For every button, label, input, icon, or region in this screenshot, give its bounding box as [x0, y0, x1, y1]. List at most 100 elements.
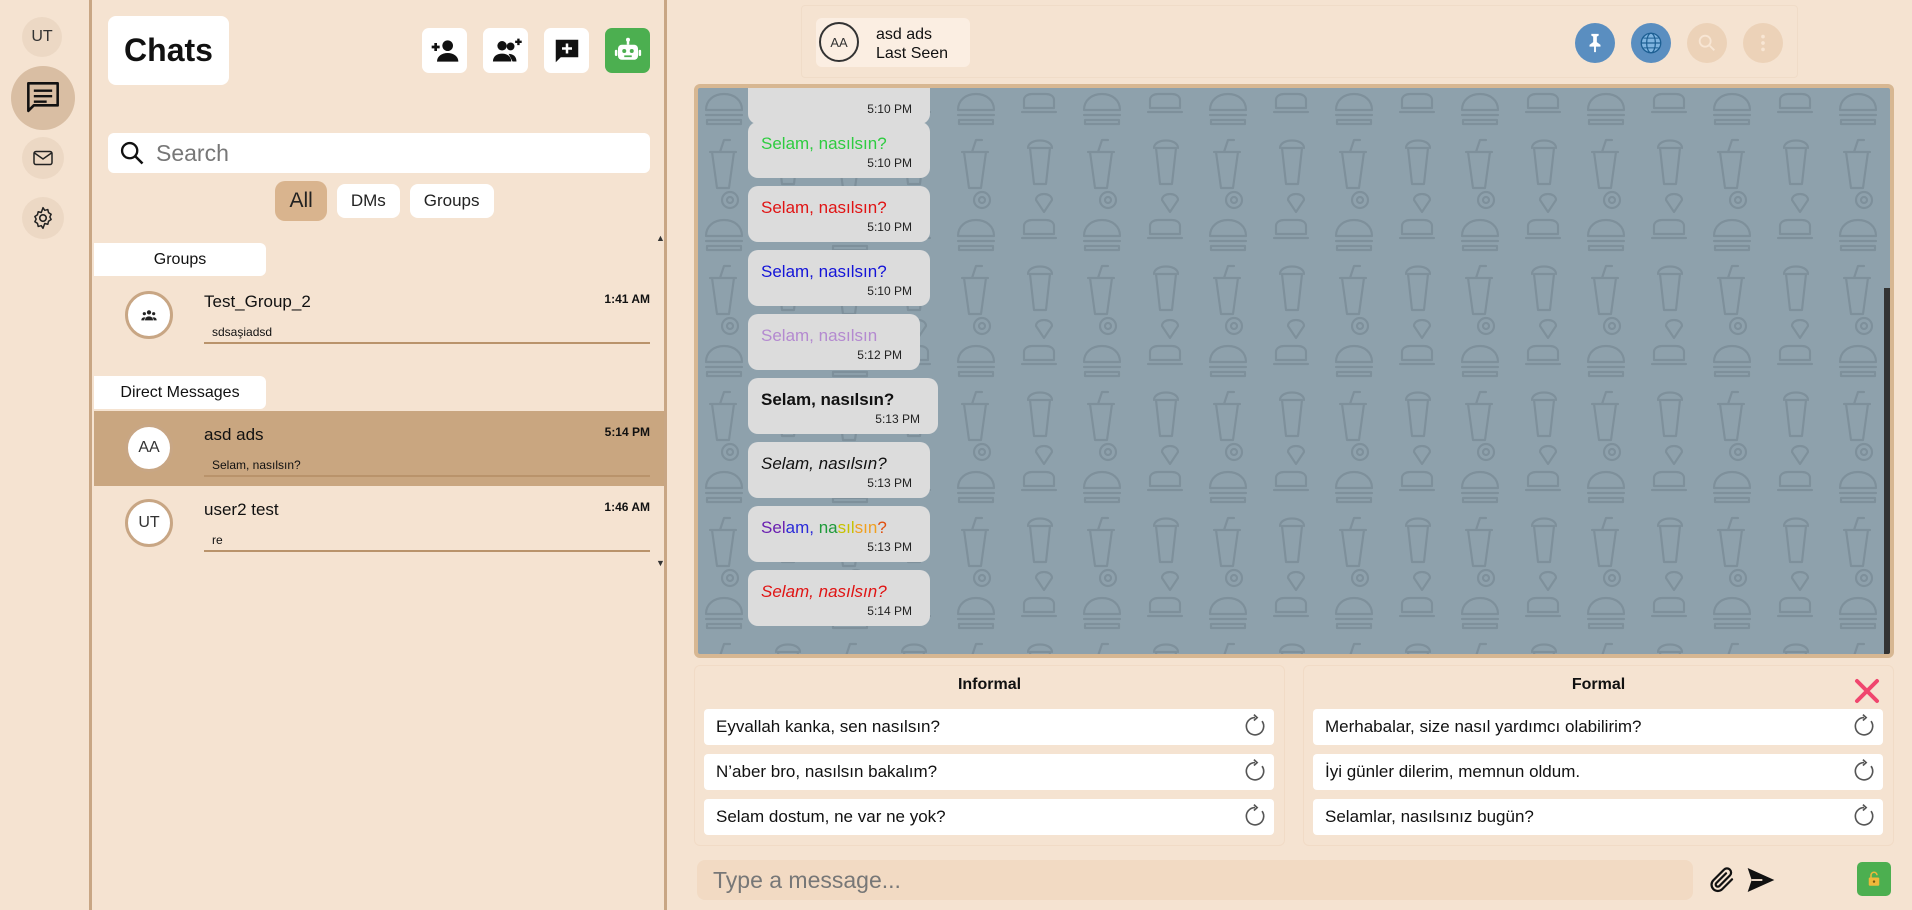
chat-item-group[interactable]: Test_Group_2 1:41 AM sdsaşiadsd	[94, 278, 664, 353]
list-scroll-down[interactable]: ▼	[656, 558, 665, 568]
filter-groups[interactable]: Groups	[409, 184, 494, 218]
divider	[204, 342, 650, 344]
pin-button[interactable]	[1575, 23, 1615, 63]
avatar: AA	[125, 424, 173, 472]
refresh-icon[interactable]	[1851, 757, 1877, 785]
message-text: Selam, nasılsın?	[761, 134, 887, 153]
encryption-button[interactable]	[1857, 862, 1891, 896]
message-bubble[interactable]: Selam, nasılsın? 5:13 PM	[748, 506, 930, 562]
chat-item-name: asd ads	[204, 425, 264, 444]
contact-avatar: AA	[819, 22, 859, 62]
list-scroll-up[interactable]: ▲	[656, 233, 665, 243]
bot-button[interactable]	[605, 28, 650, 73]
add-comment-icon	[555, 39, 578, 62]
section-label-groups: Groups	[94, 243, 266, 276]
page-title: Chats	[108, 16, 229, 85]
message-text: Selam, nasılsın?	[761, 198, 887, 217]
message-time: 5:10 PM	[867, 284, 912, 298]
suggestions-title: Formal	[1571, 676, 1626, 693]
translate-button[interactable]	[1631, 23, 1671, 63]
message-composer	[697, 860, 1693, 900]
message-time: 5:12 PM	[857, 348, 902, 362]
message-input[interactable]	[697, 860, 1667, 900]
message-time: 5:10 PM	[867, 156, 912, 170]
chat-bubble-icon	[27, 82, 59, 113]
refresh-icon[interactable]	[1242, 712, 1268, 740]
settings-nav-button[interactable]	[22, 197, 64, 239]
message-bubble[interactable]: Selam, nasılsın? 5:13 PM	[748, 378, 938, 434]
message-text: Selam, nasılsın?	[761, 390, 895, 409]
informal-suggestions: Informal Eyvallah kanka, sen nasılsın? N…	[694, 665, 1285, 846]
filter-tabs: All DMs Groups	[92, 181, 667, 221]
message-bubble[interactable]: Selam, nasılsın? 5:10 PM	[748, 186, 930, 242]
mail-nav-button[interactable]	[22, 137, 64, 179]
message-bubble[interactable]: Selam, nasılsın? 5:14 PM	[748, 570, 930, 626]
chat-item-time: 1:46 AM	[604, 500, 650, 514]
globe-icon	[1640, 32, 1662, 54]
message-time: 5:10 PM	[867, 102, 912, 116]
search-bar	[108, 133, 650, 173]
chats-nav-button[interactable]	[11, 66, 75, 130]
group-icon	[141, 310, 157, 321]
contact-info[interactable]: AA asd ads Last Seen	[816, 18, 970, 67]
formal-suggestions: Formal Merhabalar, size nasıl yardımcı o…	[1303, 665, 1894, 846]
send-button[interactable]	[1742, 860, 1780, 900]
suggestion-item[interactable]: Merhabalar, size nasıl yardımcı olabilir…	[1313, 709, 1883, 745]
group-avatar	[125, 291, 173, 339]
left-rail: UT	[0, 0, 92, 910]
paperclip-icon	[1710, 867, 1734, 893]
refresh-icon[interactable]	[1851, 802, 1877, 830]
filter-dms[interactable]: DMs	[336, 184, 400, 218]
lock-icon	[1868, 871, 1880, 886]
message-scrollbar[interactable]	[1884, 288, 1890, 654]
message-bubble[interactable]: Selam, nasılsın? 5:10 PM	[748, 122, 930, 178]
message-text: Selam, nasılsın?	[761, 518, 887, 537]
message-time: 5:13 PM	[867, 476, 912, 490]
chat-item-time: 1:41 AM	[604, 292, 650, 306]
suggestion-text: Eyvallah kanka, sen nasılsın?	[716, 717, 940, 736]
search-icon	[120, 141, 144, 165]
refresh-icon[interactable]	[1242, 757, 1268, 785]
refresh-icon[interactable]	[1851, 712, 1877, 740]
suggestion-item[interactable]: İyi günler dilerim, memnun oldum.	[1313, 754, 1883, 790]
divider	[204, 550, 650, 552]
add-group-icon	[492, 38, 522, 61]
suggestion-item[interactable]: Selam dostum, ne var ne yok?	[704, 799, 1274, 835]
chat-item-preview: re	[212, 533, 223, 547]
section-label-direct: Direct Messages	[94, 376, 266, 409]
add-contact-button[interactable]	[422, 28, 467, 73]
suggestion-text: Merhabalar, size nasıl yardımcı olabilir…	[1325, 717, 1642, 736]
add-person-icon	[431, 39, 458, 62]
chat-item-dm-active[interactable]: AA asd ads 5:14 PM Selam, nasılsın?	[94, 411, 664, 486]
suggestion-item[interactable]: Selamlar, nasılsınız bugün?	[1313, 799, 1883, 835]
suggestion-item[interactable]: N’aber bro, nasılsın bakalım?	[704, 754, 1274, 790]
divider	[204, 475, 650, 477]
search-chat-button[interactable]	[1687, 23, 1727, 63]
message-bubble[interactable]: Selam, nasılsın? 5:10 PM	[748, 250, 930, 306]
chat-item-dm[interactable]: UT user2 test 1:46 AM re	[94, 486, 664, 561]
suggestion-text: N’aber bro, nasılsın bakalım?	[716, 762, 938, 781]
message-bubble[interactable]: 5:10 PM	[748, 88, 930, 124]
message-bubble[interactable]: Selam, nasılsın? 5:13 PM	[748, 442, 930, 498]
search-input[interactable]	[156, 139, 626, 167]
gear-icon	[34, 206, 52, 230]
refresh-icon[interactable]	[1242, 802, 1268, 830]
message-time: 5:13 PM	[867, 540, 912, 554]
add-group-button[interactable]	[483, 28, 528, 73]
new-chat-button[interactable]	[544, 28, 589, 73]
attach-button[interactable]	[1703, 860, 1741, 900]
close-icon[interactable]	[1852, 676, 1882, 706]
more-options-button[interactable]	[1743, 23, 1783, 63]
filter-all[interactable]: All	[275, 181, 327, 221]
message-bubble[interactable]: Selam, nasılsın 5:12 PM	[748, 314, 920, 370]
user-avatar[interactable]: UT	[22, 17, 62, 57]
chat-item-name: Test_Group_2	[204, 292, 311, 311]
robot-icon	[614, 37, 641, 60]
message-area: 5:10 PM Selam, nasılsın? 5:10 PM Selam, …	[694, 84, 1894, 658]
chat-list-panel: Chats All DMs Groups ▲ Groups Test_Group…	[92, 0, 667, 910]
suggestion-text: Selam dostum, ne var ne yok?	[716, 807, 946, 826]
message-text: Selam, nasılsın?	[761, 582, 887, 601]
suggestion-item[interactable]: Eyvallah kanka, sen nasılsın?	[704, 709, 1274, 745]
message-text: Selam, nasılsın?	[761, 262, 887, 281]
suggestion-text: Selamlar, nasılsınız bugün?	[1325, 807, 1534, 826]
